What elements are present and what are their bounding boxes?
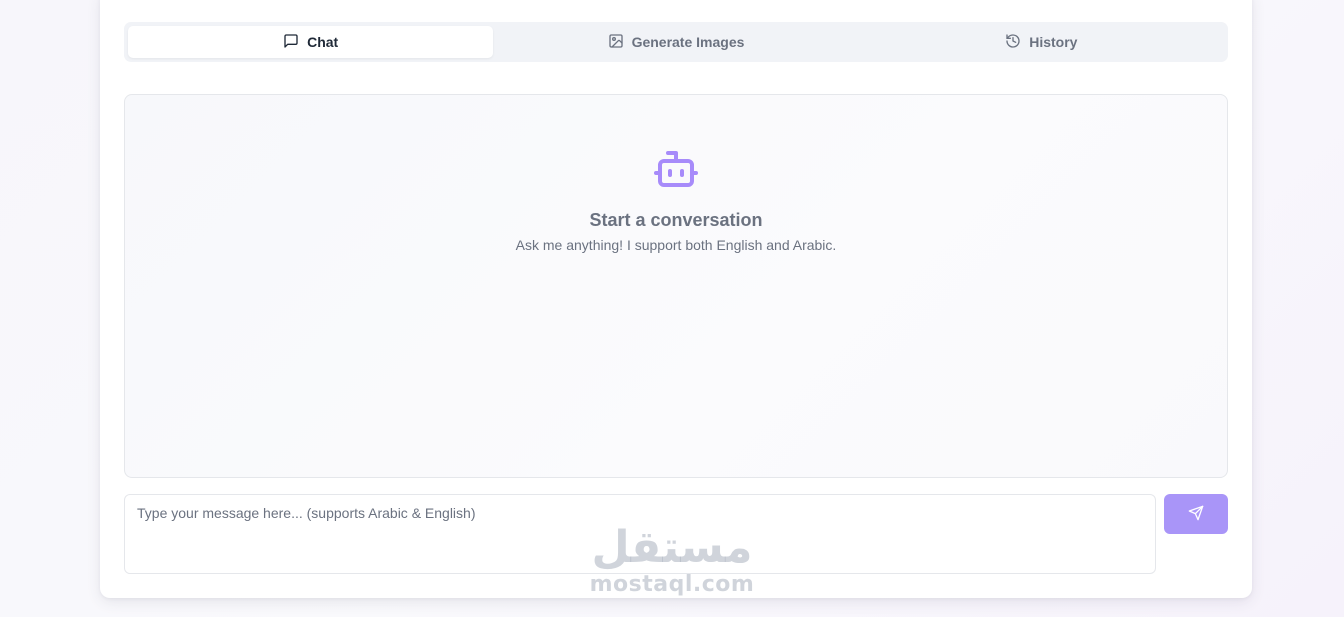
message-input[interactable]	[124, 494, 1156, 574]
empty-state-subtitle: Ask me anything! I support both English …	[515, 237, 837, 253]
tab-generate-images[interactable]: Generate Images	[493, 26, 858, 58]
composer	[124, 494, 1228, 574]
tab-history[interactable]: History	[859, 26, 1224, 58]
tab-bar: Chat Generate Images History	[124, 22, 1228, 62]
tab-history-label: History	[1029, 34, 1078, 50]
tab-chat[interactable]: Chat	[128, 26, 494, 58]
history-icon	[1005, 33, 1021, 52]
send-button[interactable]	[1164, 494, 1228, 534]
image-icon	[608, 33, 624, 52]
tab-chat-label: Chat	[307, 34, 339, 50]
chat-messages-area: Start a conversation Ask me anything! I …	[124, 94, 1228, 478]
bot-icon	[652, 145, 700, 193]
chat-card: Chat Generate Images History Start a con…	[100, 0, 1252, 598]
tab-generate-images-label: Generate Images	[631, 34, 745, 50]
empty-state: Start a conversation Ask me anything! I …	[125, 145, 1227, 253]
message-square-icon	[283, 33, 299, 52]
send-icon	[1188, 505, 1204, 524]
empty-state-title: Start a conversation	[589, 210, 763, 230]
